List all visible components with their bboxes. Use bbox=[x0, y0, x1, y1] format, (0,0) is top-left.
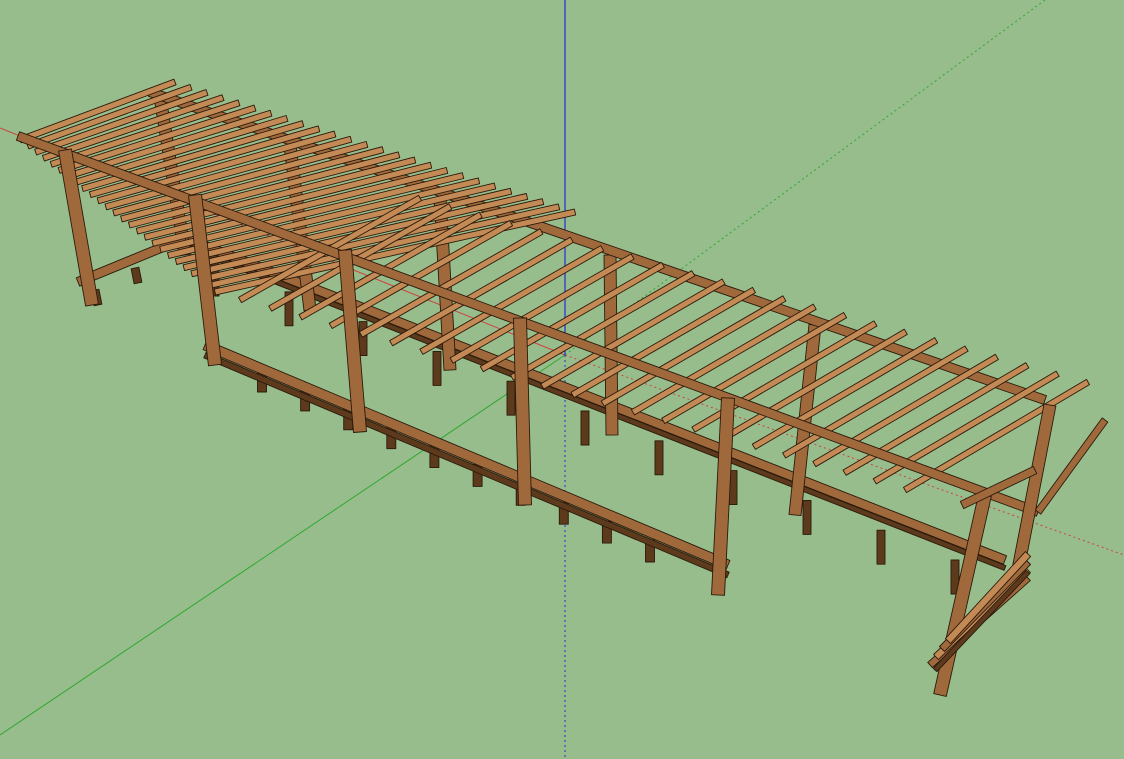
bench-leg bbox=[580, 410, 590, 446]
bench-leg bbox=[506, 380, 516, 416]
3d-model-scene[interactable] bbox=[0, 0, 1124, 759]
bench-leg bbox=[654, 440, 664, 476]
bench-leg bbox=[802, 499, 812, 535]
modeling-viewport[interactable] bbox=[0, 0, 1124, 759]
bench-leg bbox=[432, 350, 442, 386]
bench-leg bbox=[876, 529, 886, 565]
